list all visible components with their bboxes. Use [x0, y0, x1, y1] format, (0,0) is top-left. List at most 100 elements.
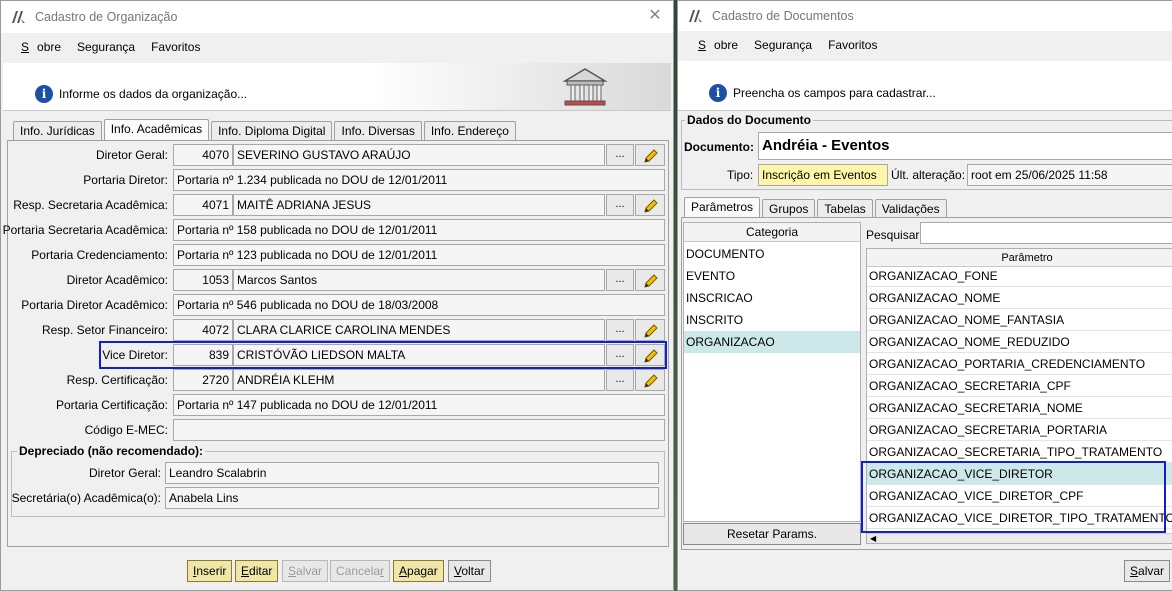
categoria-item[interactable]: ORGANIZACAO: [684, 331, 860, 353]
name-field[interactable]: MAITÊ ADRIANA JESUS: [233, 194, 605, 216]
text-field[interactable]: Portaria nº 546 publicada no DOU de 18/0…: [173, 294, 665, 316]
edit-record-button[interactable]: [635, 344, 665, 366]
field-label: Diretor Acadêmico:: [66, 273, 168, 287]
categoria-item[interactable]: EVENTO: [684, 265, 860, 287]
field-label: Resp. Secretaria Acadêmica:: [13, 198, 168, 212]
parametro-row[interactable]: ORGANIZACAO_SECRETARIA_CPF: [867, 375, 1172, 397]
tab-strip: Info. Jurídicas Info. Acadêmicas Info. D…: [13, 119, 518, 140]
code-field[interactable]: 1053: [173, 269, 233, 291]
tab-info-juridicas[interactable]: Info. Jurídicas: [13, 121, 102, 140]
documents-window: Cadastro de Documentos Sobre Segurança F…: [677, 0, 1172, 591]
tab-tabelas[interactable]: Tabelas: [817, 199, 873, 218]
pesquisar-input[interactable]: [920, 222, 1172, 244]
horizontal-scrollbar[interactable]: ◀: [867, 533, 1172, 543]
voltar-button[interactable]: Voltar: [448, 560, 491, 582]
code-field[interactable]: 4070: [173, 144, 233, 166]
text-field[interactable]: Portaria nº 158 publicada no DOU de 12/0…: [173, 219, 665, 241]
window-title: Cadastro de Documentos: [712, 9, 854, 23]
lookup-button[interactable]: ...: [606, 369, 634, 391]
parametro-row[interactable]: ORGANIZACAO_SECRETARIA_TIPO_TRATAMENTO: [867, 441, 1172, 463]
categoria-header: Categoria: [684, 223, 860, 242]
deprecated-diretor-field[interactable]: Leandro Scalabrin: [165, 462, 659, 484]
app-logo-icon: [12, 11, 25, 23]
code-field[interactable]: 839: [173, 344, 233, 366]
field-label: Resp. Certificação:: [66, 373, 168, 387]
tab-info-endereco[interactable]: Info. Endereço: [423, 121, 516, 140]
code-field[interactable]: 2720: [173, 369, 233, 391]
tab-validacoes[interactable]: Validações: [874, 199, 947, 218]
text-field[interactable]: Portaria nº 123 publicada no DOU de 12/0…: [173, 244, 665, 266]
menu-bar: Sobre Segurança Favoritos: [678, 31, 1172, 59]
close-icon[interactable]: ✕: [647, 8, 663, 24]
parametro-row[interactable]: ORGANIZACAO_PORTARIA_CREDENCIAMENTO: [867, 353, 1172, 375]
text-field[interactable]: Portaria nº 147 publicada no DOU de 12/0…: [173, 394, 665, 416]
menu-sobre[interactable]: Sobre: [5, 40, 69, 54]
pencil-icon: [644, 324, 658, 338]
code-field[interactable]: 4071: [173, 194, 233, 216]
tab-info-academicas[interactable]: Info. Acadêmicas: [103, 119, 210, 140]
edit-record-button[interactable]: [635, 194, 665, 216]
deprecated-diretor-label: Diretor Geral:: [88, 466, 161, 480]
menu-seguranca[interactable]: Segurança: [746, 38, 820, 52]
header-band: i Preencha os campos para cadastrar...: [678, 61, 1172, 111]
name-field[interactable]: SEVERINO GUSTAVO ARAÚJO: [233, 144, 605, 166]
deprecated-secretaria-field[interactable]: Anabela Lins: [165, 487, 659, 509]
parametro-row[interactable]: ORGANIZACAO_NOME: [867, 287, 1172, 309]
menu-seguranca[interactable]: Segurança: [69, 40, 143, 54]
app-logo-icon: [689, 10, 702, 22]
salvar-button[interactable]: Salvar: [1124, 560, 1171, 582]
tab-info-diploma-digital[interactable]: Info. Diploma Digital: [211, 121, 333, 140]
header-text: Informe os dados da organização...: [59, 87, 248, 101]
categoria-item[interactable]: DOCUMENTO: [684, 243, 860, 265]
deprecated-secretaria-label: Secretária(o) Acadêmica(o):: [11, 491, 161, 505]
edit-record-button[interactable]: [635, 144, 665, 166]
highlight-vice-diretor-params: [861, 461, 1166, 533]
lookup-button[interactable]: ...: [606, 344, 634, 366]
pesquisar-label: Pesquisar:: [866, 228, 923, 242]
code-field[interactable]: 4072: [173, 319, 233, 341]
ult-alteracao-field: root em 25/06/2025 11:58: [967, 164, 1172, 186]
pencil-icon: [644, 374, 658, 388]
menu-favoritos[interactable]: Favoritos: [820, 38, 885, 52]
scroll-left-icon[interactable]: ◀: [870, 534, 876, 543]
pencil-icon: [644, 274, 658, 288]
lookup-button[interactable]: ...: [606, 144, 634, 166]
categoria-item[interactable]: INSCRICAO: [684, 287, 860, 309]
parametro-row[interactable]: ORGANIZACAO_SECRETARIA_NOME: [867, 397, 1172, 419]
tab-grupos[interactable]: Grupos: [762, 199, 816, 218]
edit-record-button[interactable]: [635, 269, 665, 291]
lookup-button[interactable]: ...: [606, 319, 634, 341]
menu-favoritos[interactable]: Favoritos: [143, 40, 208, 54]
name-field[interactable]: Marcos Santos: [233, 269, 605, 291]
name-field[interactable]: ANDRÉIA KLEHM: [233, 369, 605, 391]
categoria-item[interactable]: INSCRITO: [684, 309, 860, 331]
parametro-row[interactable]: ORGANIZACAO_SECRETARIA_PORTARIA: [867, 419, 1172, 441]
inserir-button[interactable]: Inserir: [187, 560, 233, 582]
lookup-button[interactable]: ...: [606, 194, 634, 216]
text-field[interactable]: [173, 419, 665, 441]
tipo-field[interactable]: Inscrição em Eventos: [758, 164, 888, 186]
lookup-button[interactable]: ...: [606, 269, 634, 291]
pencil-icon: [644, 149, 658, 163]
parametro-row[interactable]: ORGANIZACAO_NOME_REDUZIDO: [867, 331, 1172, 353]
resetar-params-button[interactable]: Resetar Params.: [683, 523, 861, 545]
salvar-button[interactable]: Salvar: [282, 560, 329, 582]
parametro-row[interactable]: ORGANIZACAO_NOME_FANTASIA: [867, 309, 1172, 331]
info-icon: i: [35, 85, 53, 103]
editar-button[interactable]: Editar: [235, 560, 279, 582]
edit-record-button[interactable]: [635, 369, 665, 391]
documento-field[interactable]: Andréia - Eventos: [758, 132, 1172, 160]
apagar-button[interactable]: Apagar: [393, 560, 444, 582]
title-bar: Cadastro de Documentos: [678, 1, 1172, 31]
menu-sobre[interactable]: Sobre: [682, 38, 746, 52]
tab-parametros[interactable]: Parâmetros: [684, 197, 761, 218]
field-label: Portaria Secretaria Acadêmica:: [2, 223, 168, 237]
name-field[interactable]: CRISTÓVÃO LIEDSON MALTA: [233, 344, 605, 366]
parametro-row[interactable]: ORGANIZACAO_FONE: [867, 265, 1172, 287]
name-field[interactable]: CLARA CLARICE CAROLINA MENDES: [233, 319, 605, 341]
field-label: Portaria Diretor Acadêmico:: [21, 298, 168, 312]
cancelar-button[interactable]: Cancelar: [330, 560, 391, 582]
text-field[interactable]: Portaria nº 1.234 publicada no DOU de 12…: [173, 169, 665, 191]
tab-info-diversas[interactable]: Info. Diversas: [334, 121, 422, 140]
edit-record-button[interactable]: [635, 319, 665, 341]
